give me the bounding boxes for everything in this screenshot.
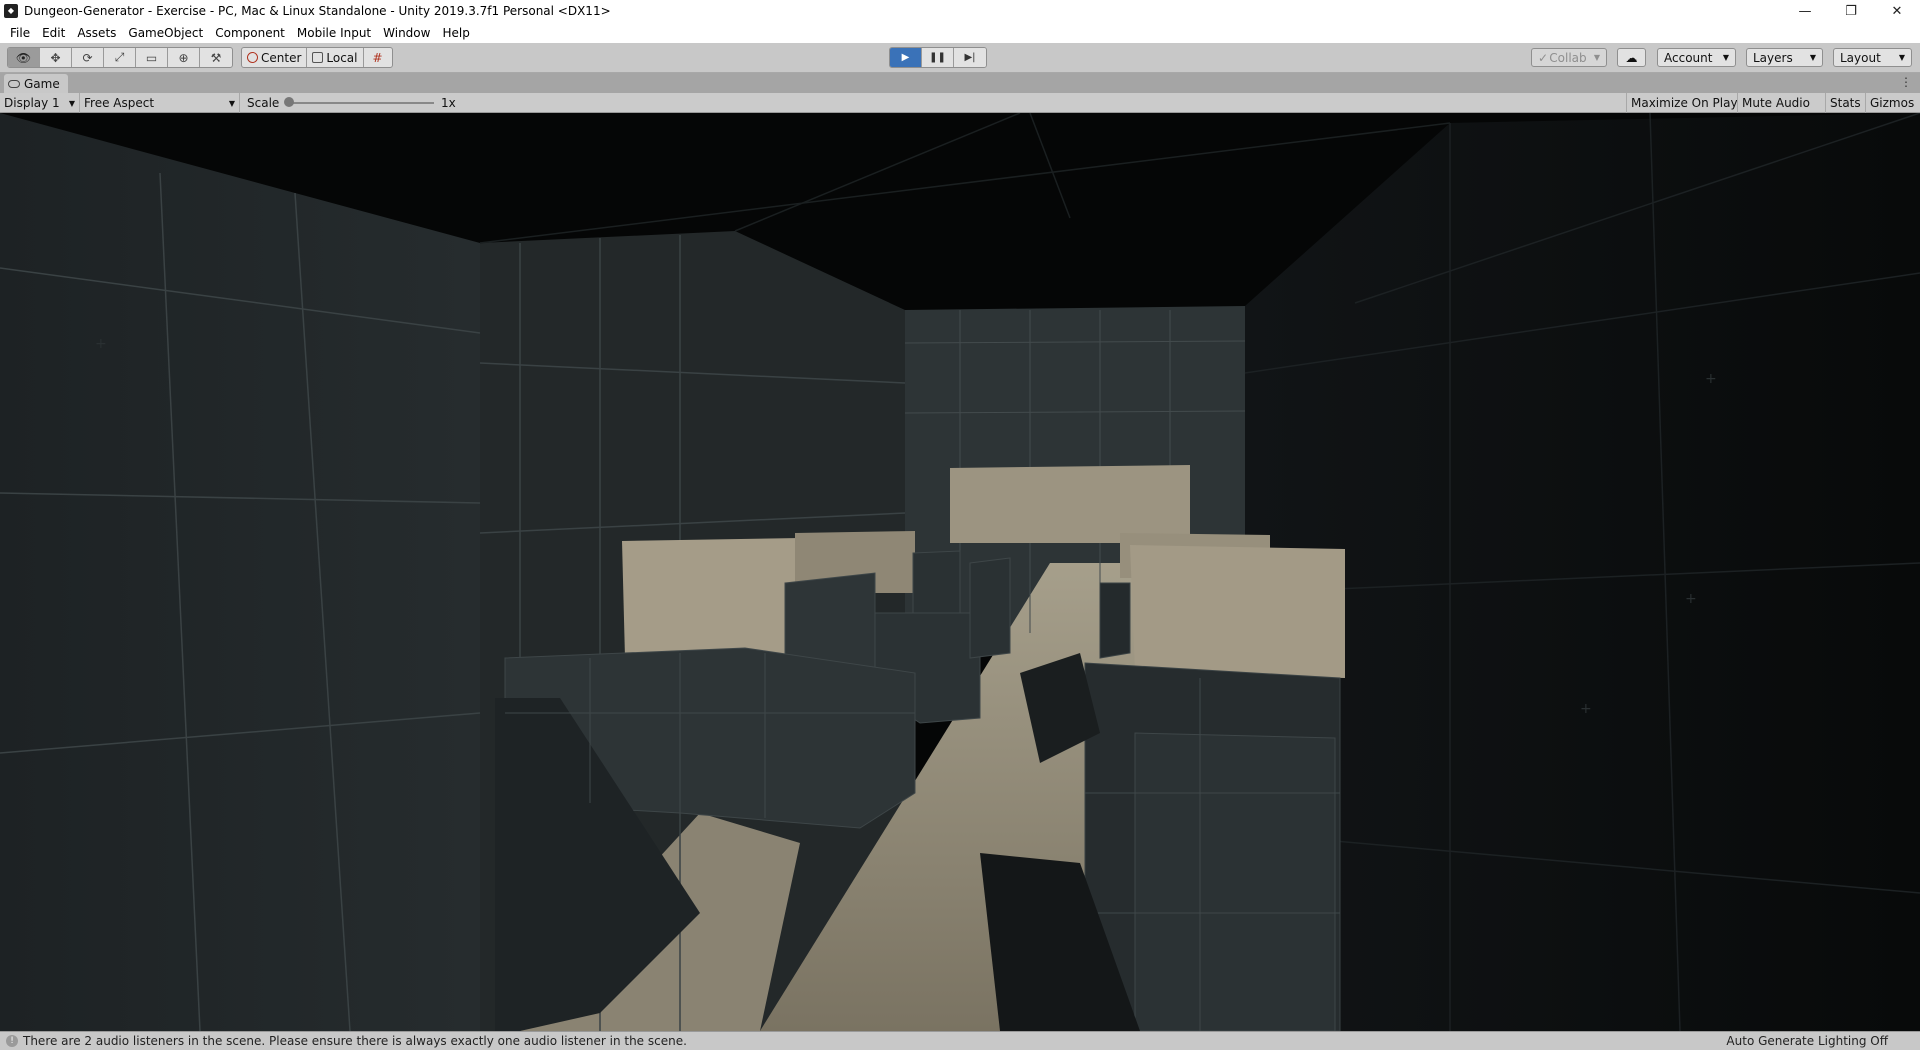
menu-assets[interactable]: Assets: [71, 26, 122, 40]
close-button[interactable]: ✕: [1874, 0, 1920, 22]
right-wall: [1245, 113, 1920, 1031]
collab-label: Collab: [1549, 50, 1587, 65]
game-controller-icon: [8, 79, 20, 88]
menu-mobile-input[interactable]: Mobile Input: [291, 26, 377, 40]
collab-dropdown[interactable]: ✓ Collab ▼: [1531, 48, 1607, 67]
pivot-controls: Center Local #: [241, 47, 393, 68]
status-bar: ! There are 2 audio listeners in the sce…: [0, 1031, 1920, 1050]
pivot-local-button[interactable]: Local: [307, 48, 364, 67]
play-controls: ▶ ❚❚ ▶|: [889, 47, 987, 68]
svg-text:+: +: [1705, 371, 1717, 387]
pivot-center-button[interactable]: Center: [242, 48, 308, 67]
tab-game-label: Game: [24, 76, 60, 91]
pivot-center-label: Center: [261, 50, 302, 65]
menu-window[interactable]: Window: [377, 26, 436, 40]
scale-slider-track[interactable]: [288, 102, 434, 104]
scale-tool-icon[interactable]: ⤢: [104, 48, 136, 67]
menu-component[interactable]: Component: [209, 26, 291, 40]
rotate-tool-icon[interactable]: ⟳: [72, 48, 104, 67]
chevron-down-icon: ▼: [1593, 53, 1600, 62]
custom-tool-icon[interactable]: ⚒: [200, 48, 232, 67]
account-dropdown[interactable]: Account ▼: [1657, 48, 1736, 67]
main-toolbar: 👁 ✥ ⟳ ⤢ ▭ ⊕ ⚒ Center Local # ▶ ❚❚ ▶| ✓ C…: [0, 43, 1920, 73]
svg-text:+: +: [1685, 591, 1697, 607]
aspect-label: Free Aspect: [84, 96, 155, 110]
play-button[interactable]: ▶: [890, 48, 922, 67]
svg-text:+: +: [1580, 701, 1592, 717]
pivot-local-icon: [312, 52, 324, 63]
cloud-button[interactable]: ☁: [1617, 48, 1646, 67]
collab-check-icon: ✓: [1538, 50, 1549, 65]
display-label: Display 1: [4, 96, 60, 110]
console-message[interactable]: There are 2 audio listeners in the scene…: [23, 1034, 1726, 1048]
aspect-dropdown[interactable]: Free Aspect ▼: [80, 93, 240, 113]
layout-dropdown[interactable]: Layout ▼: [1833, 48, 1912, 67]
light-panel-left: [622, 538, 800, 658]
title-bar: ◆ Dungeon-Generator - Exercise - PC, Mac…: [0, 0, 1920, 22]
layers-dropdown[interactable]: Layers ▼: [1746, 48, 1823, 67]
menu-help[interactable]: Help: [436, 26, 475, 40]
gizmos-label: Gizmos: [1870, 96, 1915, 110]
dark-block-right-front: [1134, 732, 1336, 1031]
display-dropdown[interactable]: Display 1 ▼: [0, 93, 80, 113]
gizmos-dropdown[interactable]: Gizmos ▼: [1865, 93, 1920, 113]
dark-block-small: [912, 550, 961, 614]
chevron-down-icon: ▼: [1809, 53, 1816, 62]
menu-bar: File Edit Assets GameObject Component Mo…: [0, 22, 1920, 43]
pivot-local-label: Local: [326, 50, 358, 65]
tab-bar: Game ⋮: [0, 73, 1920, 93]
chevron-down-icon: ▼: [1898, 53, 1905, 62]
window-title: Dungeon-Generator - Exercise - PC, Mac &…: [24, 4, 611, 18]
scale-value: 1x: [441, 96, 456, 110]
menu-edit[interactable]: Edit: [36, 26, 71, 40]
hand-view-icon[interactable]: 👁: [8, 48, 40, 67]
menu-file[interactable]: File: [4, 26, 36, 40]
layers-label: Layers: [1753, 50, 1793, 65]
unity-icon: ◆: [4, 4, 18, 18]
left-wall: [0, 113, 480, 1031]
mute-audio-toggle[interactable]: Mute Audio: [1737, 93, 1814, 113]
panel-menu-icon[interactable]: ⋮: [1900, 75, 1912, 89]
dark-block-far: [969, 557, 1011, 659]
svg-text:+: +: [95, 336, 107, 352]
transform-tools: 👁 ✥ ⟳ ⤢ ▭ ⊕ ⚒: [7, 47, 233, 68]
restore-button[interactable]: ❐: [1828, 0, 1874, 22]
game-viewport[interactable]: + + + +: [0, 113, 1920, 1031]
light-panel-right: [1130, 545, 1345, 678]
pivot-center-icon: [247, 52, 258, 63]
light-panel-back: [950, 465, 1190, 543]
step-button[interactable]: ▶|: [954, 48, 986, 67]
maximize-on-play-toggle[interactable]: Maximize On Play: [1626, 93, 1742, 113]
tab-game[interactable]: Game: [4, 74, 68, 93]
chevron-down-icon: ▼: [228, 98, 235, 108]
chevron-down-icon: ▼: [1722, 53, 1729, 62]
scale-slider-handle[interactable]: [284, 97, 294, 107]
minimize-button[interactable]: —: [1782, 0, 1828, 22]
dark-block-right-small: [1099, 582, 1131, 659]
dungeon-scene: + + + +: [0, 113, 1920, 1031]
scale-label: Scale: [247, 96, 280, 110]
window-controls: — ❐ ✕: [1782, 0, 1920, 22]
move-tool-icon[interactable]: ✥: [40, 48, 72, 67]
game-view-toolbar: Display 1 ▼ Free Aspect ▼ Scale 1x Maxim…: [0, 93, 1920, 113]
cloud-icon: ☁: [1625, 50, 1638, 65]
transform-tool-icon[interactable]: ⊕: [168, 48, 200, 67]
layout-label: Layout: [1840, 50, 1881, 65]
warning-icon: !: [6, 1035, 18, 1047]
rect-tool-icon[interactable]: ▭: [136, 48, 168, 67]
lighting-status[interactable]: Auto Generate Lighting Off: [1726, 1034, 1920, 1048]
menu-gameobject[interactable]: GameObject: [122, 26, 209, 40]
pause-button[interactable]: ❚❚: [922, 48, 954, 67]
chevron-down-icon: ▼: [68, 98, 75, 108]
account-label: Account: [1664, 50, 1713, 65]
stats-toggle[interactable]: Stats: [1825, 93, 1865, 113]
grid-snap-icon[interactable]: #: [364, 48, 392, 67]
